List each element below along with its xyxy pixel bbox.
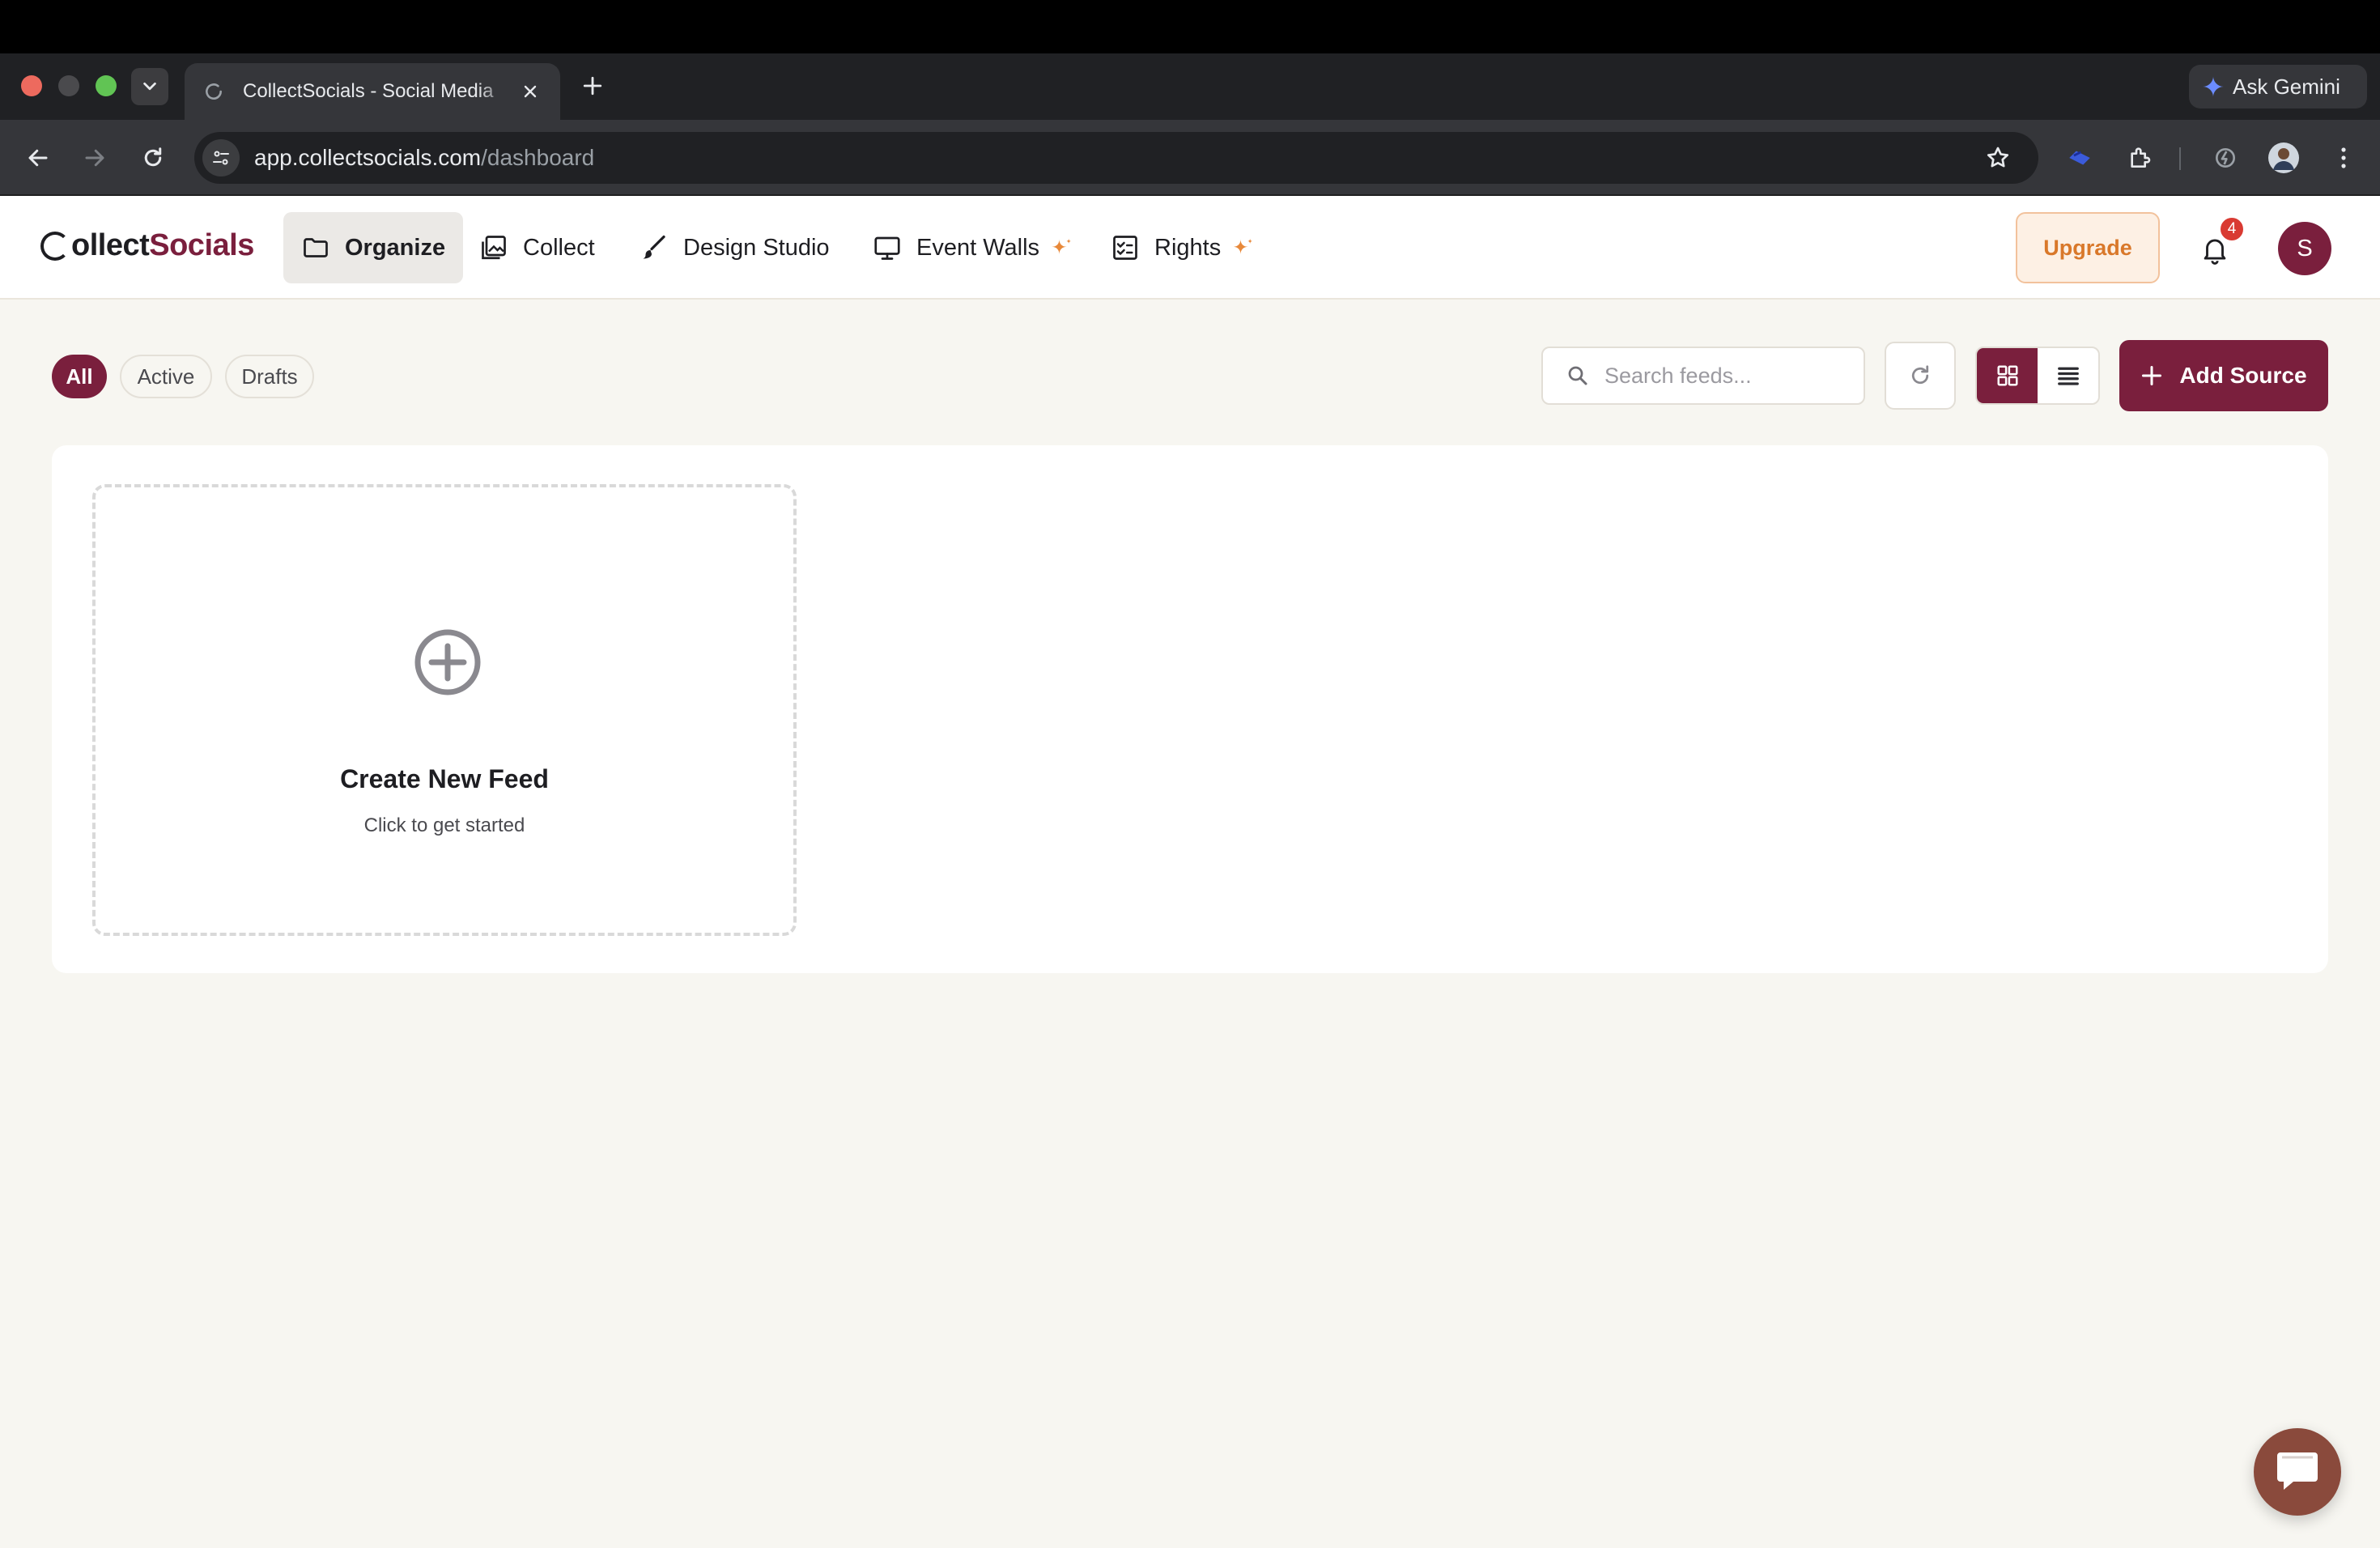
reload-button[interactable]: [134, 139, 172, 176]
create-feed-title: Create New Feed: [340, 764, 549, 793]
plus-icon: [2142, 365, 2162, 386]
filter-all[interactable]: All: [52, 355, 107, 398]
filter-active[interactable]: Active: [120, 355, 212, 398]
loading-icon: [202, 80, 225, 103]
site-settings-icon[interactable]: [202, 139, 240, 176]
nav-rights-label: Rights: [1154, 234, 1222, 261]
nav-organize[interactable]: Organize: [283, 212, 464, 283]
nav-design-studio-label: Design Studio: [683, 234, 830, 261]
notification-count-badge: 4: [2218, 215, 2246, 243]
user-avatar[interactable]: S: [2278, 222, 2331, 275]
refresh-icon: [1911, 365, 1929, 385]
reload-icon: [144, 147, 162, 167]
chat-widget-button[interactable]: [2254, 1428, 2341, 1516]
monitor-icon: [874, 236, 900, 260]
nav-collect[interactable]: Collect: [461, 212, 613, 283]
browser-tab-active[interactable]: CollectSocials - Social Media: [185, 63, 560, 120]
collectsocials-logo[interactable]: ollect Socials: [40, 228, 254, 263]
nav-organize-label: Organize: [345, 234, 446, 261]
window-close-button[interactable]: [21, 75, 42, 96]
window-maximize-button[interactable]: [96, 75, 117, 96]
chat-bubble-icon: [2277, 1452, 2318, 1490]
sparkle-icon: [1232, 236, 1269, 259]
logo-mark-icon: [40, 231, 70, 261]
add-circle-icon: [414, 629, 481, 695]
images-icon: [482, 236, 506, 260]
create-new-feed-card[interactable]: Create New Feed Click to get started: [92, 484, 797, 936]
ask-gemini-label: Ask Gemini: [2233, 74, 2340, 99]
grid-view-button[interactable]: [1977, 348, 2038, 403]
chevron-down-icon: [143, 82, 156, 91]
add-source-label: Add Source: [2179, 363, 2307, 388]
create-feed-subtitle: Click to get started: [363, 814, 525, 836]
logo-text-accent: Socials: [149, 228, 254, 262]
browser-menu-icon[interactable]: [2325, 139, 2362, 176]
new-tab-button[interactable]: [576, 70, 609, 102]
forward-button[interactable]: [76, 139, 113, 176]
address-bar[interactable]: app.collectsocials.com/dashboard: [194, 132, 2038, 184]
back-button[interactable]: [19, 139, 57, 176]
window-minimize-button[interactable]: [58, 75, 79, 96]
performance-icon[interactable]: [2207, 139, 2244, 176]
url-host: app.collectsocials.com: [254, 145, 482, 170]
nav-event-walls-label: Event Walls: [916, 234, 1040, 261]
extension-diamond-icon[interactable]: [2061, 139, 2098, 176]
list-view-button[interactable]: [2038, 348, 2098, 403]
profile-avatar-icon[interactable]: [2265, 139, 2302, 176]
url-path: /dashboard: [481, 145, 595, 170]
checklist-icon: [1113, 236, 1137, 260]
search-icon: [1568, 366, 1587, 385]
filter-drafts[interactable]: Drafts: [225, 355, 314, 398]
browser-toolbar: app.collectsocials.com/dashboard: [0, 120, 2380, 196]
nav-rights[interactable]: Rights: [1093, 212, 1287, 283]
refresh-button[interactable]: [1885, 342, 1956, 410]
tab-title: CollectSocials - Social Media: [243, 80, 494, 102]
toolbar-separator: [2179, 147, 2181, 170]
ask-gemini-button[interactable]: Ask Gemini: [2189, 65, 2367, 108]
close-tab-icon[interactable]: [518, 79, 542, 104]
search-input[interactable]: [1604, 363, 1864, 389]
nav-design-studio[interactable]: Design Studio: [622, 212, 848, 283]
plus-icon: [583, 76, 602, 96]
list-icon: [2057, 367, 2079, 385]
logo-text: ollect: [71, 228, 150, 262]
extensions-puzzle-icon[interactable]: [2121, 139, 2158, 176]
gemini-sparkle-icon: [2203, 76, 2224, 97]
tab-search-button[interactable]: [131, 68, 168, 105]
grid-icon: [1997, 365, 2017, 386]
sparkle-icon: [1051, 236, 1088, 259]
add-source-button[interactable]: Add Source: [2119, 340, 2328, 411]
nav-event-walls[interactable]: Event Walls: [855, 212, 1106, 283]
screen-top-bar: [0, 0, 2380, 53]
app-header: ollect Socials Organize Collect Design St…: [0, 196, 2380, 300]
arrow-right-icon: [85, 149, 104, 167]
bookmark-star-icon[interactable]: [1980, 140, 2016, 176]
brush-icon: [643, 235, 665, 259]
folder-icon: [304, 238, 328, 257]
search-feeds[interactable]: [1541, 347, 1865, 405]
upgrade-button[interactable]: Upgrade: [2016, 212, 2160, 283]
nav-collect-label: Collect: [523, 234, 595, 261]
url-text: app.collectsocials.com/dashboard: [254, 145, 594, 171]
feeds-panel: Create New Feed Click to get started: [52, 445, 2328, 973]
view-toggle: [1975, 347, 2100, 405]
arrow-left-icon: [28, 149, 48, 167]
